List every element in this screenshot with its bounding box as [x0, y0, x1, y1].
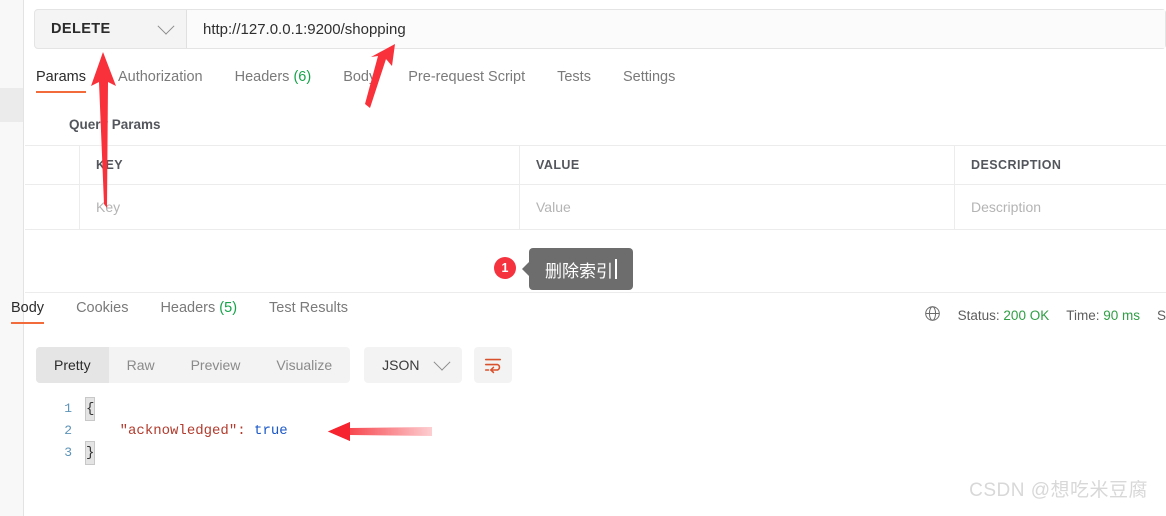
response-tab-headers-label: Headers: [160, 300, 216, 316]
sidebar-active-block[interactable]: [0, 88, 23, 122]
request-url-bar: DELETE http://127.0.0.1:9200/shopping: [34, 9, 1166, 49]
tab-headers-label: Headers: [234, 69, 290, 85]
code-line: 2 "acknowledged": true: [36, 420, 288, 442]
chevron-down-icon: [157, 17, 175, 35]
response-tab-body-label: Body: [11, 300, 45, 316]
response-tab-body[interactable]: Body: [11, 300, 45, 324]
url-input[interactable]: http://127.0.0.1:9200/shopping: [187, 10, 1165, 48]
watermark-text: CSDN @想吃米豆腐: [969, 480, 1148, 501]
tab-params-label: Params: [36, 69, 86, 85]
view-mode-raw[interactable]: Raw: [109, 347, 173, 383]
status-badge: 200 OK: [1003, 307, 1050, 323]
row-checkbox-cell[interactable]: [25, 185, 80, 229]
time-label: Time: 90 ms: [1066, 308, 1140, 323]
size-label-truncated: S: [1156, 307, 1166, 323]
line-number: 3: [64, 445, 72, 460]
header-checkbox-cell: [25, 146, 80, 184]
json-key: "acknowledged":: [119, 423, 246, 439]
view-mode-pretty[interactable]: Pretty: [36, 347, 109, 383]
view-mode-preview[interactable]: Preview: [173, 347, 259, 383]
time-value: 90 ms: [1103, 307, 1140, 323]
response-tab-test-results[interactable]: Test Results: [269, 300, 348, 324]
view-mode-visualize[interactable]: Visualize: [258, 347, 350, 383]
left-sidebar-rail: [0, 0, 24, 516]
request-tab-bar: Params Authorization Headers (6) Body Pr…: [36, 69, 707, 102]
tab-tests-label: Tests: [557, 69, 591, 85]
tab-settings[interactable]: Settings: [623, 69, 675, 93]
query-params-heading: Query Params: [69, 117, 161, 132]
http-method-label: DELETE: [51, 21, 111, 37]
row-value-input[interactable]: Value: [520, 185, 955, 229]
response-view-toolbar: Pretty Raw Preview Visualize JSON: [36, 347, 512, 383]
response-tab-headers-count: (5): [219, 300, 238, 316]
tab-settings-label: Settings: [622, 69, 676, 85]
response-tab-test-results-label: Test Results: [269, 300, 349, 316]
tab-params[interactable]: Params: [36, 69, 86, 93]
code-line: 3 }: [36, 441, 288, 465]
chevron-down-icon: [433, 353, 451, 371]
response-tab-cookies[interactable]: Cookies: [76, 300, 128, 324]
response-body-code[interactable]: 1 { 2 "acknowledged": true 3 }: [36, 397, 288, 465]
table-header-row: KEY VALUE DESCRIPTION: [25, 146, 1166, 185]
tab-pre-request-script[interactable]: Pre-request Script: [408, 69, 525, 93]
response-format-label: JSON: [382, 357, 420, 373]
tab-pre-request-script-label: Pre-request Script: [408, 69, 526, 85]
time-label-text: Time:: [1066, 307, 1100, 323]
response-tab-bar: Body Cookies Headers (5) Test Results: [11, 300, 380, 324]
tab-headers-count: (6): [293, 69, 312, 85]
table-row[interactable]: Key Value Description: [25, 185, 1166, 229]
code-content: "acknowledged": true: [86, 420, 288, 442]
code-open-brace: {: [84, 397, 96, 421]
code-line: 1 {: [36, 397, 288, 421]
tab-headers[interactable]: Headers (6): [235, 69, 312, 93]
tab-body-label: Body: [343, 69, 377, 85]
annotation-tooltip-text: 删除索引: [545, 261, 613, 281]
response-view-mode-group: Pretty Raw Preview Visualize: [36, 347, 351, 383]
row-description-input[interactable]: Description: [955, 185, 1166, 229]
tab-body[interactable]: Body: [343, 69, 376, 93]
header-value: VALUE: [520, 146, 955, 184]
line-number: 2: [64, 423, 72, 438]
json-value: true: [254, 423, 288, 439]
query-params-table: KEY VALUE DESCRIPTION Key Value Descript…: [25, 145, 1166, 230]
http-method-select[interactable]: DELETE: [35, 10, 187, 48]
code-close-brace: }: [84, 441, 96, 465]
tab-authorization-label: Authorization: [117, 69, 203, 85]
response-tab-cookies-label: Cookies: [76, 300, 129, 316]
row-key-input[interactable]: Key: [80, 185, 520, 229]
line-number: 1: [64, 401, 72, 416]
word-wrap-icon[interactable]: [473, 347, 512, 383]
annotation-badge-1: 1: [494, 257, 516, 279]
tab-authorization[interactable]: Authorization: [118, 69, 203, 93]
status-label: Status: 200 OK: [958, 308, 1050, 323]
globe-icon: [924, 305, 941, 325]
status-label-text: Status:: [957, 307, 1000, 323]
annotation-tooltip: 删除索引: [522, 248, 633, 290]
text-caret: [615, 259, 617, 279]
tab-tests[interactable]: Tests: [557, 69, 591, 93]
response-format-select[interactable]: JSON: [364, 347, 462, 383]
response-tab-headers[interactable]: Headers (5): [160, 300, 237, 324]
header-key: KEY: [80, 146, 520, 184]
response-status-meta: Status: 200 OK Time: 90 ms S: [924, 305, 1166, 325]
header-description: DESCRIPTION: [971, 158, 1062, 172]
